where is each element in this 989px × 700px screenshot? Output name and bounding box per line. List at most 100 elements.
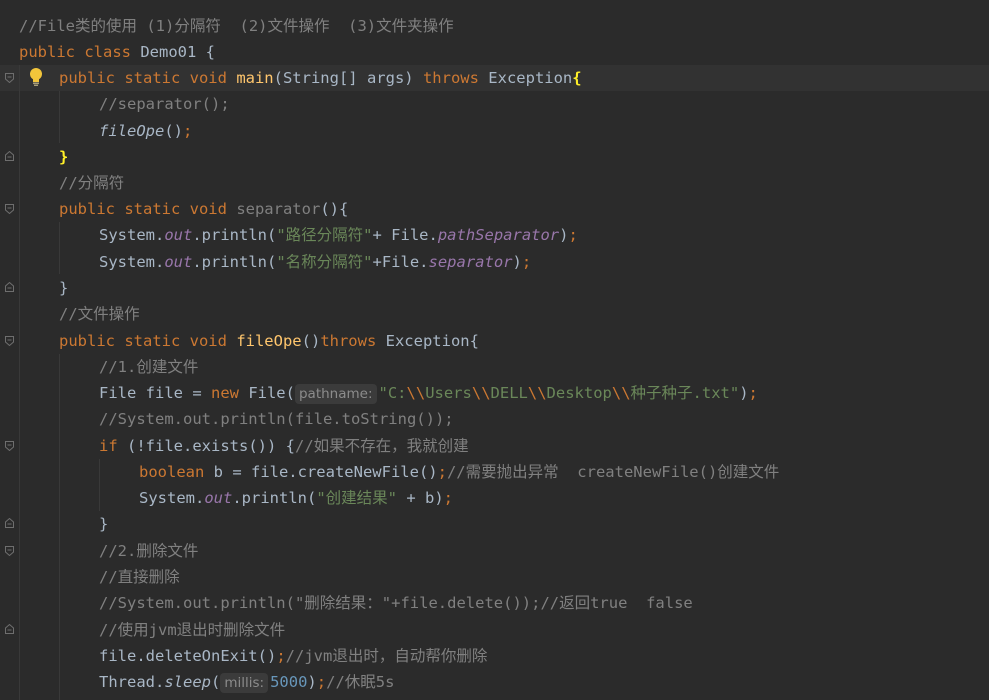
code-token: Exception{ bbox=[385, 332, 479, 350]
code-line-text: } bbox=[99, 511, 108, 537]
code-token: + File. bbox=[372, 226, 438, 244]
code-line-text: //2.删除文件 bbox=[99, 538, 198, 564]
code-token: (String[] args) bbox=[273, 69, 423, 87]
fold-marker-icon[interactable] bbox=[5, 624, 14, 634]
code-token: 种子种子.txt" bbox=[630, 384, 740, 402]
code-line-text: //直接删除 bbox=[99, 564, 180, 590]
code-line[interactable]: //使用jvm退出时删除文件 bbox=[0, 617, 989, 643]
code-token: out bbox=[164, 226, 193, 244]
code-token: //System.out.println("删除结果："+file.delete… bbox=[99, 594, 693, 612]
code-token: Desktop bbox=[546, 384, 612, 402]
code-token: (!file.exists()) { bbox=[127, 437, 295, 455]
fold-marker-icon[interactable] bbox=[5, 336, 14, 346]
code-token: //需要抛出异常 createNewFile()创建文件 bbox=[446, 463, 780, 481]
code-line[interactable]: //直接删除 bbox=[0, 564, 989, 590]
code-line-text: //System.out.println(file.toString()); bbox=[99, 406, 454, 432]
code-line[interactable]: public static void separator(){ bbox=[0, 196, 989, 222]
fold-marker-icon[interactable] bbox=[5, 441, 14, 451]
code-token: //File类的使用 (1)分隔符 (2)文件操作 (3)文件夹操作 bbox=[19, 17, 454, 35]
code-line[interactable]: //separator(); bbox=[0, 91, 989, 117]
code-token: Users bbox=[425, 384, 472, 402]
parameter-hint: pathname: bbox=[294, 384, 377, 404]
code-line[interactable]: //1.创建文件 bbox=[0, 354, 989, 380]
code-line[interactable]: Thread.sleep(millis: 5000);//休眠5s bbox=[0, 669, 989, 695]
fold-marker-icon[interactable] bbox=[5, 151, 14, 161]
code-token: Demo01 { bbox=[140, 43, 215, 61]
code-line[interactable]: //File类的使用 (1)分隔符 (2)文件操作 (3)文件夹操作 bbox=[0, 13, 989, 39]
code-token: .println( bbox=[192, 253, 277, 271]
code-token: } bbox=[99, 515, 109, 533]
fold-marker-icon[interactable] bbox=[5, 204, 14, 214]
lightbulb-icon[interactable] bbox=[28, 67, 44, 87]
fold-marker-icon[interactable] bbox=[5, 546, 14, 556]
code-line-text: public static void separator(){ bbox=[59, 196, 348, 222]
code-token: ; bbox=[276, 647, 286, 665]
code-line[interactable]: boolean b = file.createNewFile();//需要抛出异… bbox=[0, 459, 989, 485]
code-line-text: Thread.sleep(millis: 5000);//休眠5s bbox=[99, 669, 394, 695]
code-line[interactable]: //2.删除文件 bbox=[0, 538, 989, 564]
code-line[interactable]: File file = new File(pathname: "C:\\Users… bbox=[0, 380, 989, 406]
code-line-text: boolean b = file.createNewFile();//需要抛出异… bbox=[139, 459, 779, 485]
code-token: throws bbox=[320, 332, 386, 350]
code-token: new bbox=[210, 384, 249, 402]
code-token: System. bbox=[99, 226, 165, 244]
code-line[interactable]: file.deleteOnExit();//jvm退出时，自动帮你删除 bbox=[0, 643, 989, 669]
code-line[interactable]: public static void fileOpe()throws Excep… bbox=[0, 328, 989, 354]
code-line-text: //文件操作 bbox=[59, 301, 140, 327]
code-token: "名称分隔符" bbox=[276, 253, 373, 271]
code-line[interactable]: //System.out.println("删除结果："+file.delete… bbox=[0, 590, 989, 616]
code-token: ; bbox=[183, 122, 193, 140]
code-line[interactable]: public static void main(String[] args) t… bbox=[0, 65, 989, 91]
code-token: \\ bbox=[406, 384, 426, 402]
code-token: 5000 bbox=[270, 673, 308, 691]
code-line-text: //使用jvm退出时删除文件 bbox=[99, 617, 285, 643]
code-token: ) bbox=[512, 253, 522, 271]
code-line[interactable]: //分隔符 bbox=[0, 170, 989, 196]
fold-marker-icon[interactable] bbox=[5, 518, 14, 528]
code-token: + b) bbox=[397, 489, 444, 507]
code-token: //jvm退出时，自动帮你删除 bbox=[285, 647, 488, 665]
code-line[interactable]: fileOpe(); bbox=[0, 118, 989, 144]
code-token: out bbox=[204, 489, 233, 507]
code-line[interactable]: } bbox=[0, 511, 989, 537]
code-line-text: public static void fileOpe()throws Excep… bbox=[59, 328, 479, 354]
code-line[interactable]: //System.out.println(file.toString()); bbox=[0, 406, 989, 432]
code-line[interactable]: } bbox=[0, 144, 989, 170]
code-token: fileOpe bbox=[99, 122, 165, 140]
code-line[interactable]: System.out.println("名称分隔符"+File.separato… bbox=[0, 249, 989, 275]
code-token: Exception bbox=[488, 69, 573, 87]
code-line-text: //separator(); bbox=[99, 91, 230, 117]
code-line[interactable]: if (!file.exists()) {//如果不存在，我就创建 bbox=[0, 433, 989, 459]
code-line-text: //System.out.println("删除结果："+file.delete… bbox=[99, 590, 693, 616]
fold-marker-icon[interactable] bbox=[5, 73, 14, 83]
code-token: \\ bbox=[527, 384, 547, 402]
code-token: "路径分隔符" bbox=[276, 226, 373, 244]
code-token: System. bbox=[99, 253, 165, 271]
code-token: DELL bbox=[490, 384, 528, 402]
code-line[interactable]: System.out.println("路径分隔符"+ File.pathSep… bbox=[0, 222, 989, 248]
code-token: //1.创建文件 bbox=[99, 358, 199, 376]
code-token: .println( bbox=[232, 489, 317, 507]
code-line[interactable]: System.out.println("创建结果" + b); bbox=[0, 485, 989, 511]
code-token: () bbox=[164, 122, 183, 140]
code-line[interactable]: //文件操作 bbox=[0, 301, 989, 327]
code-line[interactable]: public class Demo01 { bbox=[0, 39, 989, 65]
code-token: boolean bbox=[139, 463, 214, 481]
code-token: \\ bbox=[611, 384, 631, 402]
code-token: public static void bbox=[59, 332, 237, 350]
code-token: +File. bbox=[372, 253, 429, 271]
code-token: public static void bbox=[59, 69, 237, 87]
code-editor[interactable]: //File类的使用 (1)分隔符 (2)文件操作 (3)文件夹操作 public… bbox=[0, 0, 989, 700]
code-token: b = file.createNewFile() bbox=[213, 463, 438, 481]
code-token: Thread. bbox=[99, 673, 165, 691]
code-token: ; bbox=[316, 673, 327, 691]
code-line-text: fileOpe(); bbox=[99, 118, 192, 144]
code-token: //分隔符 bbox=[59, 174, 125, 192]
code-token: ; bbox=[437, 463, 447, 481]
code-line-text: //1.创建文件 bbox=[99, 354, 198, 380]
fold-marker-icon[interactable] bbox=[5, 282, 14, 292]
code-token: separator bbox=[428, 253, 513, 271]
code-token: { bbox=[572, 69, 582, 87]
code-token: ; bbox=[568, 226, 578, 244]
code-line[interactable]: } bbox=[0, 275, 989, 301]
